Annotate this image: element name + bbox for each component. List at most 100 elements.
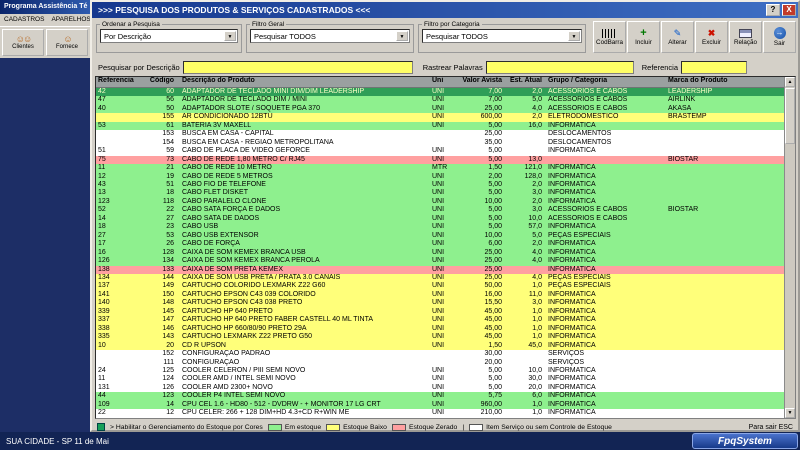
table-cell: MTR <box>432 164 448 172</box>
table-row[interactable]: 27 53 CABO USB EXTENSOR UNI 10,00 5,0 PEÇAS ES… <box>96 231 785 241</box>
table-cell <box>96 113 142 121</box>
table-row[interactable]: 40 50 ADAPTADOR SLOTE / SOQUETE PGA 370 UNI… <box>96 104 785 114</box>
table-cell: INFORMATICA <box>548 180 596 188</box>
table-row[interactable]: 131 126 COOLER AMD 2300+ NOVO UNI 5,00 20,0 IN… <box>96 383 785 393</box>
table-row[interactable]: 152 CONFIGURAÇAO PADRAO 30,00 SERVIÇOS <box>96 350 785 359</box>
table-row[interactable]: 338 146 CARTUCHO HP 660/80/90 PRETO 29A UNI… <box>96 324 785 334</box>
sair-button[interactable]: → Sair <box>763 21 796 53</box>
clientes-button[interactable]: ☺☺ Clientes <box>2 29 44 56</box>
fornecedores-button[interactable]: ☺ Fornece <box>46 29 88 56</box>
incluir-button[interactable]: + Incluir <box>627 21 660 53</box>
table-row[interactable]: 335 143 CARTUCHO LEXMARK Z22 PRETO G50 UNI 4… <box>96 333 785 342</box>
table-row[interactable]: 42 60 ADAPTADOR DE TECLADO MINI DIM/DIM LE… <box>96 88 785 97</box>
table-cell <box>430 359 454 367</box>
table-row[interactable]: 10 20 CD R UPSON UNI 1,50 45,0 INFORMATICA <box>96 341 785 351</box>
table-row[interactable]: 111 CONFIGURAÇAO 20,00 SERVIÇOS <box>96 358 785 367</box>
table-row[interactable]: 53 61 BATERIA 3V MAXELL UNI 5,00 16,0 INFORMAT… <box>96 121 785 131</box>
table-row[interactable]: 141 150 CARTUCHO EPSON C43 039 COLORIDO UNI… <box>96 290 785 300</box>
table-row[interactable]: 153 BUSCA EM CASA - CAPITAL 25,00 DESLOCAME… <box>96 130 785 139</box>
table-row[interactable]: 154 BUSCA EM CASA - REGIAO METROPOLITANA 3… <box>96 138 785 148</box>
ordenar-dropdown[interactable]: Por Descrição ▼ <box>100 29 238 43</box>
column-header[interactable]: Valor Avista <box>454 77 506 87</box>
column-header[interactable]: Est. Atual <box>506 77 546 87</box>
table-cell: 118 <box>162 197 174 205</box>
stock-toggle-icon[interactable] <box>97 423 105 431</box>
stock-toggle-label[interactable]: > Habilitar o Gerenciamento do Estoque p… <box>110 424 263 431</box>
column-header[interactable]: Descrição do Produto <box>180 77 430 87</box>
column-header[interactable]: Uni <box>430 77 454 87</box>
column-header[interactable]: Referencia <box>96 77 142 87</box>
table-row[interactable]: 137 149 CARTUCHO COLORIDO LEXMARK Z22 G60 U… <box>96 282 785 291</box>
table-row[interactable]: 138 133 CAIXA DE SOM PRETA KEMEX UNI 25,00 IN… <box>96 265 785 274</box>
table-row[interactable]: 52 22 CABO SATA FORÇA E DADOS UNI 5,00 3,0 ACE… <box>96 206 785 215</box>
vertical-scrollbar[interactable]: ▲ ▼ <box>784 77 795 418</box>
table-cell: INFORMATICA <box>548 290 596 298</box>
alterar-button[interactable]: ✎ Alterar <box>661 21 694 53</box>
search-desc-input[interactable] <box>182 60 413 74</box>
filtro-categoria-dropdown[interactable]: Pesquisar TODOS ▼ <box>422 29 582 43</box>
table-row[interactable]: 11 21 CABO DE REDE 10 METRO MTR 1,50 121,0 INF… <box>96 164 785 173</box>
menu-cadastros[interactable]: CADASTROS <box>4 16 44 26</box>
scrollbar-thumb[interactable] <box>785 88 795 144</box>
dialog-titlebar[interactable]: >>> PESQUISA DOS PRODUTOS & SERVIÇOS CAD… <box>92 2 798 18</box>
search-ref-input[interactable] <box>681 60 748 74</box>
column-header[interactable]: Grupo / Categoria <box>546 77 666 87</box>
excluir-button[interactable]: ✖ Excluir <box>695 21 728 53</box>
table-cell: UNI <box>432 324 445 332</box>
column-header[interactable]: Código <box>142 77 180 87</box>
chevron-down-icon[interactable]: ▼ <box>224 31 236 41</box>
table-cell: CABO DE REDE 5 METROS <box>182 172 273 180</box>
filtro-geral-dropdown[interactable]: Pesquisar TODOS ▼ <box>250 29 410 43</box>
table-cell: UNI <box>432 147 445 155</box>
table-cell: ELETRODOMESTICO <box>548 113 619 121</box>
table-cell: UNI <box>432 189 445 197</box>
table-row[interactable]: 13 18 CABO FLET DISKET UNI 5,00 3,0 INFORMATIC… <box>96 189 785 198</box>
menu-aparelhos[interactable]: APARELHOS <box>51 16 90 26</box>
table-row[interactable]: 339 145 CARTUCHO HP 640 PRETO UNI 45,00 1,0 IN… <box>96 307 785 317</box>
table-row[interactable]: 24 125 COOLER CELERON / PIII SEMI NOVO UNI 5… <box>96 366 785 376</box>
table-cell: 25,00 <box>484 130 502 138</box>
table-body: 42 60 ADAPTADOR DE TECLADO MINI DIM/DIM LE… <box>96 88 785 418</box>
table-row[interactable]: 12 19 CABO DE REDE 5 METROS UNI 2,00 128,0 INF… <box>96 172 785 181</box>
table-cell: 43 <box>98 180 106 188</box>
codbarra-button[interactable]: CodBarra <box>593 21 626 53</box>
table-row[interactable]: 16 128 CAIXA DE SOM KEMEX BRANCA USB UNI 25,… <box>96 248 785 258</box>
table-row[interactable]: 155 AR CONDICIONADO 12BTU UNI 600,00 2,0 ELET… <box>96 113 785 122</box>
table-row[interactable]: 51 59 CABO DE PLACA DE VIDEO GEFORCE UNI 5,0… <box>96 147 785 156</box>
table-row[interactable]: 109 14 CPU CEL 1.6 - HD80 - 512 - DVDRW - … <box>96 400 785 410</box>
scroll-down-icon[interactable]: ▼ <box>785 408 795 418</box>
table-cell <box>666 173 785 181</box>
table-row[interactable]: 14 27 CABO SATA DE DADOS UNI 5,00 10,0 ACESSOR… <box>96 214 785 224</box>
table-cell: 16,0 <box>528 121 542 129</box>
table-row[interactable]: 43 51 CABO FIO DE TELEFONE UNI 5,00 2,0 INFORM… <box>96 180 785 190</box>
table-cell: 25,00 <box>484 248 502 256</box>
table-cell: 147 <box>162 316 174 324</box>
chevron-down-icon[interactable]: ▼ <box>568 31 580 41</box>
table-row[interactable]: 22 12 CPU CELER: 266 + 128 DIM+HD 4.3+CD R… <box>96 409 785 418</box>
table-row[interactable]: 47 56 ADAPTADOR DE TECLADO DIM / MINI UNI 7,… <box>96 96 785 105</box>
table-row[interactable]: 11 124 COOLER AMD / INTEL SEMI NOVO UNI 5,00… <box>96 375 785 384</box>
table-row[interactable]: 134 144 CAIXA DE SOM USB PRETA / PRATA 3.0… <box>96 273 785 283</box>
table-row[interactable]: 123 118 CABO PARALELO CLONE UNI 10,00 2,0 INFO… <box>96 197 785 207</box>
table-row[interactable]: 140 148 CARTUCHO EPSON C43 038 PRETO UNI 15,… <box>96 299 785 308</box>
table-cell: 11 <box>98 164 106 172</box>
table-cell: ACESSORIOS E CABOS <box>548 206 628 214</box>
help-button[interactable]: ? <box>766 4 780 16</box>
chevron-down-icon[interactable]: ▼ <box>396 31 408 41</box>
table-cell: 5,00 <box>488 383 502 391</box>
scroll-up-icon[interactable]: ▲ <box>785 77 795 87</box>
table-row[interactable]: 337 147 CARTUCHO HP 640 PRETO FABER CASTEL… <box>96 316 785 325</box>
table-cell: CABO SATA DE DADOS <box>182 214 260 222</box>
column-header[interactable]: Marca do Produto <box>666 77 785 87</box>
search-words-input[interactable] <box>485 60 634 74</box>
close-button[interactable]: X <box>782 4 796 16</box>
table-row[interactable]: 44 123 COOLER P4 INTEL SEMI NOVO UNI 5,75 6,0… <box>96 392 785 401</box>
table-row[interactable]: 126 134 CAIXA DE SOM KEMEX BRANCA PEROLA UN… <box>96 257 785 266</box>
table-row[interactable]: 18 23 CABO USB UNI 5,00 57,0 INFORMATICA <box>96 223 785 232</box>
relacao-button[interactable]: Relação <box>729 21 762 53</box>
table-row[interactable]: 75 73 CABO DE REDE 1,80 METRO C/ RJ45 UNI 5,… <box>96 155 785 165</box>
table-cell: 149 <box>162 282 174 290</box>
table-cell: 27 <box>98 231 106 239</box>
table-row[interactable]: 17 26 CABO DE FORÇA UNI 6,00 2,0 INFORMATICA <box>96 240 785 249</box>
table-cell: 2,0 <box>532 113 542 121</box>
